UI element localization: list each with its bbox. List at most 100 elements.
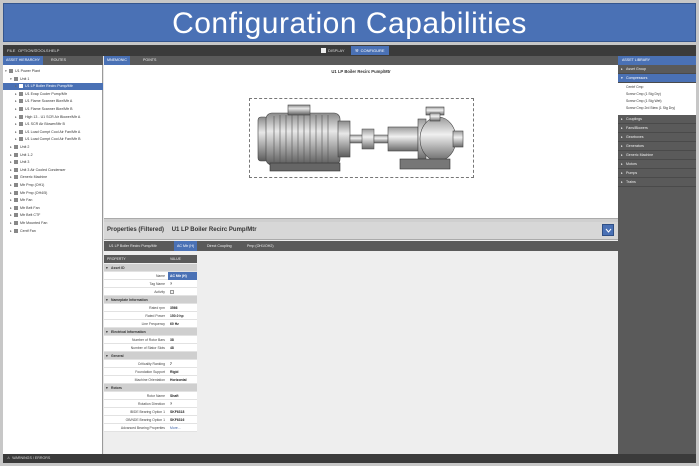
section-collapse-icon[interactable]: ▾ xyxy=(106,328,108,336)
tree-item[interactable]: ▾ U1 Power Plant xyxy=(3,68,103,75)
menu-help[interactable]: HELP xyxy=(49,48,59,53)
property-section-header[interactable]: ▾ Asset ID xyxy=(104,264,197,272)
tree-item[interactable]: ▾ Unit 1 xyxy=(3,76,103,83)
library-category[interactable]: ▸ Gearboxes xyxy=(618,133,696,142)
section-collapse-icon[interactable]: ▾ xyxy=(106,264,108,272)
property-label: Machine Orientation xyxy=(134,378,165,382)
tree-item[interactable]: ▸ Centf Fan xyxy=(3,228,103,235)
menu-options[interactable]: OPTIONS xyxy=(18,48,36,53)
tree-item[interactable]: ▸ Unit 2 xyxy=(3,144,103,151)
asset-icon xyxy=(14,175,18,180)
menu-tools[interactable]: TOOLS xyxy=(35,48,49,53)
tab-asset-library[interactable]: ASSET LIBRARY xyxy=(618,56,696,65)
property-value-field[interactable]: ? xyxy=(168,280,197,288)
property-section-header[interactable]: ▾ General xyxy=(104,352,197,360)
tree-item-label: U1 Evap Cooler Pump/Mtr xyxy=(25,91,67,96)
library-category[interactable]: ▸ Asset Group xyxy=(618,65,696,74)
tree-item[interactable]: ▸ U1 Load Compt Cool Air Fan/Mtr A xyxy=(3,129,103,136)
tree-item[interactable]: ▸ Mtr Mounted Fan xyxy=(3,220,103,227)
property-section-header[interactable]: ▾ Rotors xyxy=(104,384,197,392)
library-item[interactable]: Screw Cmp 2rd Stew (1 Stg Dry) xyxy=(626,106,675,110)
property-value-field[interactable]: Rigid xyxy=(168,368,197,376)
tree-item[interactable]: ▸ Generic Machine xyxy=(3,174,103,181)
library-category[interactable]: ▸ Generators xyxy=(618,142,696,151)
status-bar[interactable]: ⚠ WARNINGS / ERRORS xyxy=(3,454,696,463)
property-value-field[interactable]: AC Mtr (H) xyxy=(168,272,197,280)
tree-item[interactable]: ▸ Mtr Belt Fan xyxy=(3,205,103,212)
section-collapse-icon[interactable]: ▾ xyxy=(106,296,108,304)
property-value-field[interactable] xyxy=(168,288,197,296)
tree-item[interactable]: ▸ U1 LP Boiler Recirc Pump/Mtr xyxy=(3,83,103,91)
machine-selection-box[interactable] xyxy=(249,98,474,178)
tab-mnemonic[interactable]: MNEMONIC xyxy=(104,56,130,65)
library-category[interactable]: ▸ Couplings xyxy=(618,115,696,124)
property-value-field[interactable]: Horizontal xyxy=(168,376,197,384)
property-label: Advanced Bearing Properties xyxy=(120,426,165,430)
tree-item[interactable]: ▸ Unit 1-2 xyxy=(3,152,103,159)
warning-icon: ⚠ xyxy=(7,456,11,460)
tree-item[interactable]: ▸ U1 Flame Scanner Blwr/Mtr B xyxy=(3,106,103,113)
property-section-header[interactable]: ▾ Nameplate Information xyxy=(104,296,197,304)
library-item[interactable]: Screw Cmp (1 Stg Wet) xyxy=(626,99,662,103)
property-value-field[interactable]: 60 Hz xyxy=(168,320,197,328)
property-value-field[interactable]: Shaft xyxy=(168,392,197,400)
tree-item[interactable]: ▸ Mtr Fan xyxy=(3,197,103,204)
library-item[interactable]: Centrf Cmp xyxy=(626,85,643,89)
display-mode-button[interactable]: DISPLAY xyxy=(321,47,345,54)
tree-item[interactable]: ▸ U1 Evap Cooler Pump/Mtr xyxy=(3,91,103,98)
properties-tab[interactable]: U1 LP Boiler Recirc Pump/Mtr xyxy=(106,241,160,251)
properties-tab[interactable]: AC Mtr (H) xyxy=(174,241,198,251)
asset-icon xyxy=(14,145,18,150)
property-label: OB/NDE Bearing Option 1 xyxy=(125,418,165,422)
section-label: Nameplate Information xyxy=(111,298,148,302)
property-row: Name AC Mtr (H) xyxy=(104,272,197,280)
tree-item[interactable]: ▸ Unit 3 xyxy=(3,159,103,166)
property-row: Advanced Bearing Properties More... xyxy=(104,424,197,432)
library-category-label: Fans/Blowers xyxy=(626,126,648,130)
library-category[interactable]: ▸ Motors xyxy=(618,160,696,169)
library-category[interactable]: ▸ Generic Machine xyxy=(618,151,696,160)
section-collapse-icon[interactable]: ▾ xyxy=(106,384,108,392)
tree-item[interactable]: ▸ U1 Flame Scanner Blwr/Mtr A xyxy=(3,98,103,105)
tree-item-label: U1 Load Compt Cool Air Fan/Mtr A xyxy=(25,129,81,134)
tree-item[interactable]: ▸ Mtr Pmp (OH1) xyxy=(3,182,103,189)
library-category[interactable]: ▸ Trains xyxy=(618,178,696,187)
properties-tab[interactable]: Pmp (OH1/OH2) xyxy=(244,241,277,251)
tree-item[interactable]: ▸ U1 SCR Air Blower/Mtr B xyxy=(3,121,103,128)
tree-item-label: Unit 2 xyxy=(20,145,30,149)
properties-tab[interactable]: Direct Coupling xyxy=(204,241,235,251)
property-value-field[interactable]: 7 xyxy=(168,360,197,368)
section-collapse-icon[interactable]: ▾ xyxy=(106,352,108,360)
tab-points[interactable]: POINTS xyxy=(140,56,159,65)
property-value-field[interactable]: 3566 xyxy=(168,304,197,312)
activity-checkbox[interactable] xyxy=(170,290,174,295)
library-item[interactable]: Screw Cmp (1 Stg Dry) xyxy=(626,92,661,96)
tab-routes[interactable]: ROUTES xyxy=(48,56,69,65)
menu-file[interactable]: FILE xyxy=(7,48,15,53)
property-section-header[interactable]: ▾ Electrical Information xyxy=(104,328,197,336)
property-value-field[interactable]: 150.0 hp xyxy=(168,312,197,320)
property-value-field[interactable]: 48 xyxy=(168,344,197,352)
property-value-field[interactable]: SKF6318 xyxy=(168,408,197,416)
property-value-field[interactable]: 38 xyxy=(168,336,197,344)
tree-item[interactable]: ▸ Mtr Pmp (OH4/5) xyxy=(3,190,103,197)
library-category[interactable]: ▸ Fans/Blowers xyxy=(618,124,696,133)
property-value-field[interactable]: ? xyxy=(168,400,197,408)
property-label: Name xyxy=(155,274,165,278)
filter-toggle-button[interactable] xyxy=(602,224,614,236)
tab-asset-hierarchy[interactable]: ASSET HIERARCHY xyxy=(3,56,43,65)
library-category[interactable]: ▾ Compressors xyxy=(618,74,696,83)
asset-icon xyxy=(14,167,18,172)
tree-item[interactable]: ▸ Unit 3 Air Cooled Condenser xyxy=(3,167,103,174)
tree-item[interactable]: ▸ Mtr Belt CTF xyxy=(3,212,103,219)
property-row: Number of Stator Slots 48 xyxy=(104,344,197,352)
motor-pump-drawing[interactable] xyxy=(250,99,473,177)
asset-icon xyxy=(19,114,23,119)
tree-item[interactable]: ▸ U1 Load Compt Cool Air Fan/Mtr B xyxy=(3,136,103,143)
library-category[interactable]: ▸ Pumps xyxy=(618,169,696,178)
more-link[interactable]: More... xyxy=(168,424,197,432)
property-value-field[interactable]: SKF6316 xyxy=(168,416,197,424)
tree-item[interactable]: ▸ High 13 - U1 SCR Air Blower/Mtr A xyxy=(3,114,103,121)
configure-mode-button[interactable]: ⚒ CONFIGURE xyxy=(351,46,389,55)
property-row: Machine Orientation Horizontal xyxy=(104,376,197,384)
